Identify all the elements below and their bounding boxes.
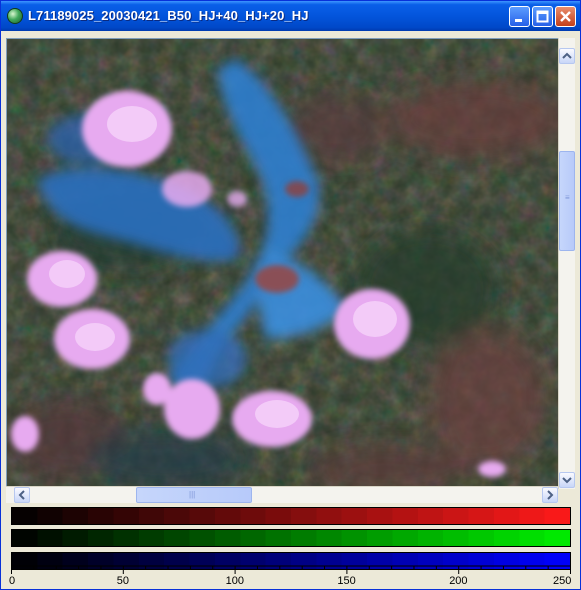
tick-label: 250 [553,575,572,587]
scroll-up-arrow-icon[interactable] [559,48,575,64]
window-client: ≡ ||| 0 50 100 150 200 250 [5,35,576,587]
tick-label: 200 [449,575,468,587]
scroll-left-arrow-icon[interactable] [14,487,30,503]
axis-ticks [11,565,571,574]
green-color-bar [11,529,571,547]
tick-label: 0 [9,575,16,587]
red-color-bar [11,507,571,525]
maximize-button[interactable] [532,6,553,27]
satellite-image[interactable] [7,39,561,488]
minimize-button[interactable] [509,6,530,27]
window-title: L71189025_20030421_B50_HJ+40_HJ+20_HJ [28,8,309,23]
vertical-scrollbar[interactable]: ≡ [558,38,575,489]
globe-icon[interactable] [7,8,23,24]
value-axis: 0 50 100 150 200 250 [9,565,572,587]
tick-label: 50 [116,575,130,587]
image-viewport[interactable] [6,38,562,489]
tick-label: 150 [337,575,356,587]
image-window: L71189025_20030421_B50_HJ+40_HJ+20_HJ ≡ … [0,0,581,590]
title-bar[interactable]: L71189025_20030421_B50_HJ+40_HJ+20_HJ [1,1,580,31]
tick-label: 100 [225,575,244,587]
horizontal-scrollbar[interactable]: ||| [6,486,558,503]
scroll-right-arrow-icon[interactable] [542,487,558,503]
vertical-scroll-thumb[interactable]: ≡ [559,151,575,251]
horizontal-scroll-thumb[interactable]: ||| [136,487,252,503]
close-button[interactable] [555,6,576,27]
scroll-down-arrow-icon[interactable] [559,472,575,488]
